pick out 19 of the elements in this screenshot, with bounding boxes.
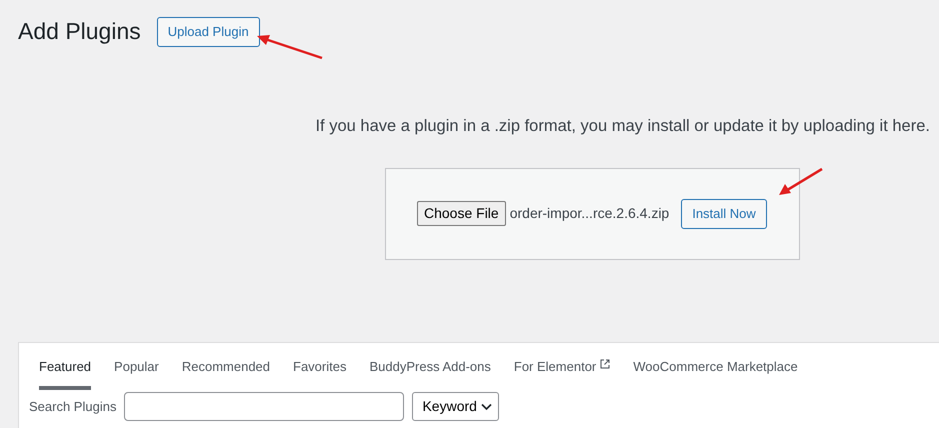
- file-name: order-impor...rce.2.6.4.zip: [510, 204, 670, 224]
- search-type-select[interactable]: Keyword: [412, 392, 499, 422]
- page-title: Add Plugins: [18, 18, 141, 46]
- annotation-arrow: [256, 34, 324, 60]
- filter-tab[interactable]: Favorites: [293, 342, 346, 390]
- filter-tab[interactable]: WooCommerce Marketplace: [633, 342, 798, 390]
- choose-file-button[interactable]: Choose File: [417, 201, 506, 226]
- search-field[interactable]: [124, 392, 404, 422]
- filter-tab[interactable]: Recommended: [182, 342, 270, 390]
- search-label: Search Plugins: [29, 398, 116, 416]
- upload-instructions: If you have a plugin in a .zip format, you may install or update it by uploading it here.: [314, 116, 931, 137]
- filter-tab[interactable]: For Elementor: [514, 342, 610, 390]
- annotation-arrow: [778, 167, 824, 197]
- filter-tab[interactable]: BuddyPress Add-ons: [369, 342, 491, 390]
- filter-tab[interactable]: Featured: [39, 342, 92, 390]
- chevron-icon: [480, 402, 492, 411]
- upload-plugin-button[interactable]: Upload Plugin: [156, 17, 260, 47]
- install-now-button[interactable]: Install Now: [681, 198, 767, 229]
- filter-tab[interactable]: Popular: [114, 342, 159, 390]
